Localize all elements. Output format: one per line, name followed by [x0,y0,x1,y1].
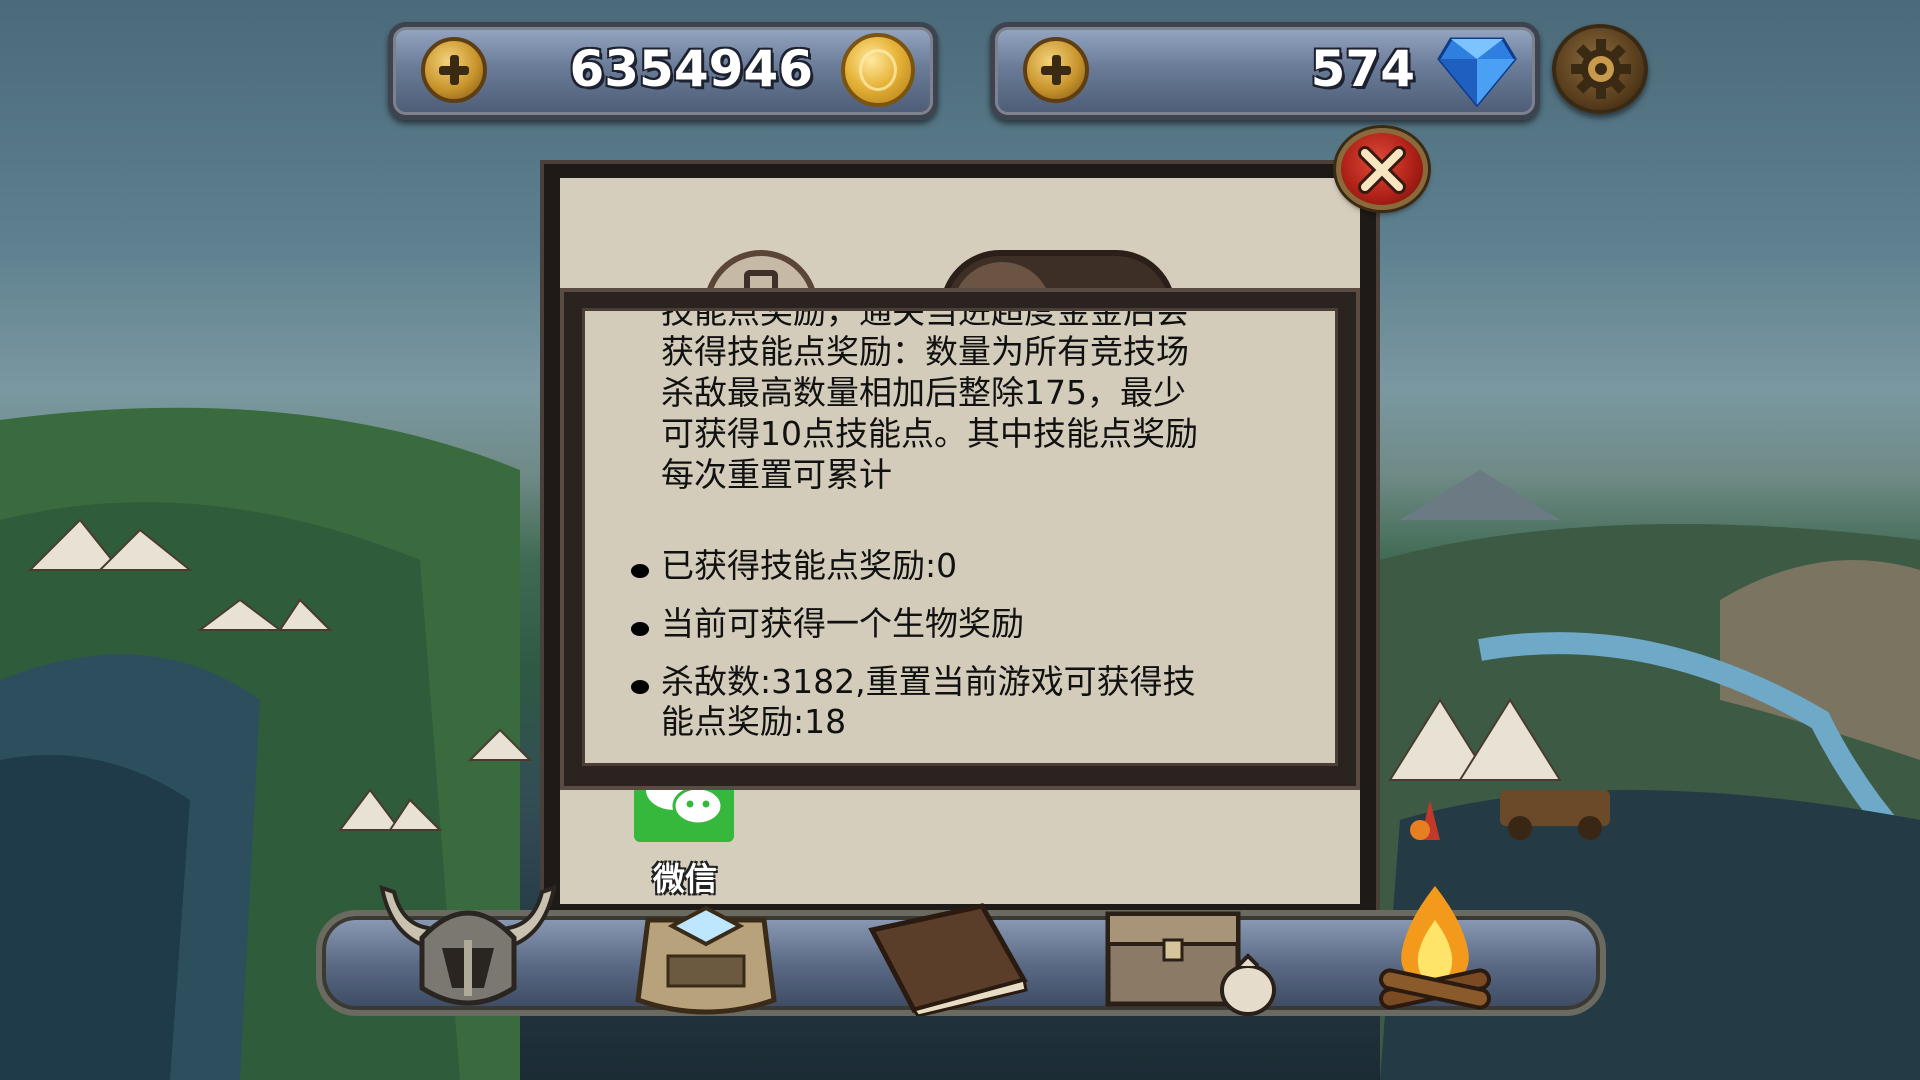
info-line: 技能点奖励，通关当进超度金金后会 [661,308,1189,331]
chest-icon[interactable] [1102,900,1282,1018]
bullet-dot [631,564,649,578]
game-screen: 6354946 574 微信 技能点奖励，通关当进超度金金后会 获得技能点奖励：… [0,0,1920,1080]
gem-amount: 574 [1310,40,1415,98]
close-x-icon [1358,146,1406,194]
info-panel: 技能点奖励，通关当进超度金金后会 获得技能点奖励：数量为所有竞技场 杀敌最高数量… [560,288,1360,790]
wechat-share-label[interactable]: 微信 [620,854,750,900]
gold-coin-icon [841,33,915,107]
gear-icon [1571,39,1631,99]
kill-count-text-cont: 能点奖励:18 [661,702,847,741]
hero-card-icon[interactable] [628,900,784,1020]
info-line: 获得技能点奖励：数量为所有竞技场 [661,332,1189,371]
blue-diamond-icon [1437,37,1517,108]
info-line: 杀敌最高数量相加后整除175，最少 [661,373,1186,412]
gold-currency-bar: 6354946 [388,22,938,120]
book-icon[interactable] [862,900,1034,1016]
campfire-icon[interactable] [1370,880,1500,1012]
helmet-icon[interactable] [372,878,564,1018]
bullet-dot [631,680,649,694]
info-line: 每次重置可累计 [661,455,892,494]
creature-reward-text: 当前可获得一个生物奖励 [661,604,1024,643]
info-content: 技能点奖励，通关当进超度金金后会 获得技能点奖励：数量为所有竞技场 杀敌最高数量… [582,308,1338,766]
close-button[interactable] [1336,128,1428,210]
earned-skill-points-text: 已获得技能点奖励:0 [661,546,958,585]
bullet-dot [631,622,649,636]
add-gold-button[interactable] [421,37,487,103]
add-gems-button[interactable] [1023,37,1089,103]
gold-amount: 6354946 [569,40,813,98]
gem-currency-bar: 574 [990,22,1540,120]
info-line: 可获得10点技能点。其中技能点奖励 [661,414,1198,453]
settings-button[interactable] [1552,24,1648,114]
kill-count-text: 杀敌数:3182,重置当前游戏可获得技 [661,662,1196,701]
